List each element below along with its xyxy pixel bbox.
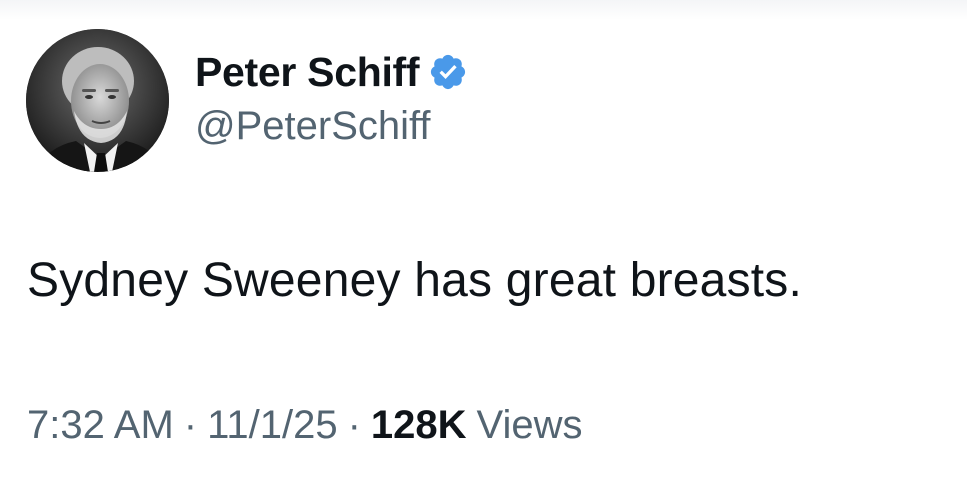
views-count[interactable]: 128K xyxy=(371,403,467,448)
separator: · xyxy=(347,403,361,447)
profile-photo-icon xyxy=(26,29,169,172)
user-handle[interactable]: @PeterSchiff xyxy=(195,104,431,149)
tweet-text: Sydney Sweeney has great breasts. xyxy=(27,254,803,307)
display-name[interactable]: Peter Schiff xyxy=(195,49,420,96)
tweet-card: Peter Schiff @PeterSchiff Sydney Sweeney… xyxy=(0,0,967,492)
tweet-meta: 7:32 AM · 11/1/25 · 128K Views xyxy=(27,403,583,448)
avatar[interactable] xyxy=(26,29,169,172)
name-row: Peter Schiff xyxy=(195,46,468,98)
separator: · xyxy=(183,403,198,447)
tweet-date[interactable]: 11/1/25 xyxy=(207,403,338,448)
tweet-time[interactable]: 7:32 AM xyxy=(27,403,174,448)
views-label[interactable]: Views xyxy=(477,403,583,448)
verified-badge-icon[interactable] xyxy=(428,52,468,92)
